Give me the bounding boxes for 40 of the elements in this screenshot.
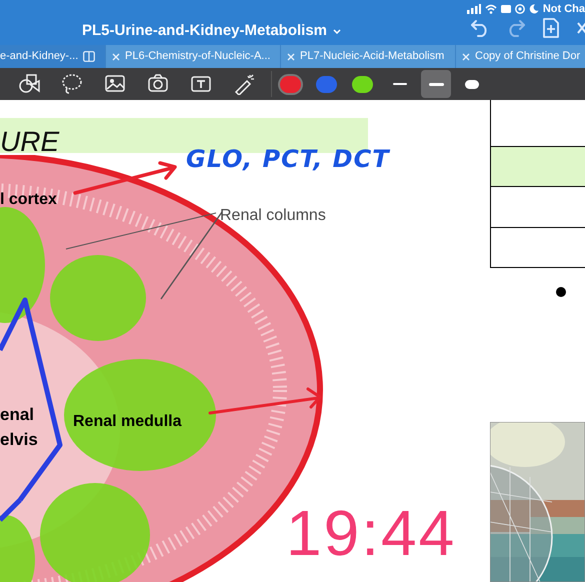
diagram-label: Renal medulla [73, 412, 182, 432]
signal-icon [466, 4, 481, 14]
camera-icon[interactable] [147, 73, 169, 95]
tab-label: Copy of Christine Dor [475, 49, 580, 64]
diagram-label: Renal columns [220, 206, 326, 226]
clock-time: 19:44 [286, 496, 456, 571]
tab-label: e-and-Kidney-... [0, 49, 78, 64]
moon-icon [528, 4, 539, 14]
close-tab-icon[interactable] [462, 52, 470, 60]
close-tab-icon[interactable] [112, 52, 120, 60]
tab-label: PL6-Chemistry-of-Nucleic-A... [125, 49, 270, 64]
page-heading: URE [0, 125, 60, 159]
lasso-icon[interactable] [61, 73, 83, 95]
add-page-icon[interactable] [542, 17, 560, 39]
tab[interactable]: Copy of Christine Dor [455, 45, 585, 68]
document-title[interactable]: PL5-Urine-and-Kidney-Metabolism [82, 20, 342, 42]
diagram-label: elvis [0, 429, 38, 451]
tab[interactable]: PL6-Chemistry-of-Nucleic-A... [105, 45, 280, 68]
lock-icon [500, 4, 511, 14]
shapes-icon[interactable] [18, 73, 40, 95]
tab[interactable]: e-and-Kidney-... [0, 45, 105, 68]
color-swatch[interactable] [280, 76, 301, 92]
tab[interactable]: PL7-Nucleic-Acid-Metabolism [280, 45, 455, 68]
image-icon[interactable] [104, 73, 126, 95]
handwritten-note: GLO, PCT, DCT [186, 144, 390, 175]
color-swatch[interactable] [316, 76, 337, 92]
laser-pointer-icon[interactable] [233, 73, 255, 95]
split-view-icon[interactable] [83, 51, 96, 62]
close-tab-icon[interactable] [287, 52, 295, 60]
location-icon [514, 4, 525, 14]
color-swatch[interactable] [352, 76, 373, 92]
chevron-icon [333, 28, 342, 34]
diagram-label: enal [0, 404, 34, 426]
diagram-label: l cortex [0, 190, 57, 210]
wifi-icon [484, 4, 497, 14]
status-text: Not Cha [542, 2, 585, 17]
tab-label: PL7-Nucleic-Acid-Metabolism [300, 49, 444, 64]
stroke-width-option[interactable] [421, 70, 451, 98]
close-icon[interactable] [576, 20, 585, 36]
bullet-point [556, 287, 566, 297]
